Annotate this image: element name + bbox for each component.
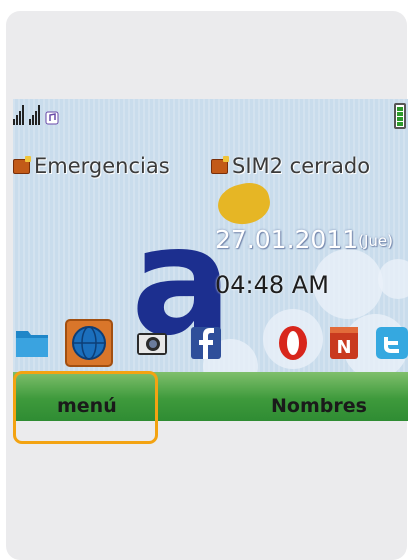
news-icon[interactable]: N bbox=[327, 323, 361, 361]
sim1-status: Emergencias bbox=[13, 154, 170, 178]
music-icon bbox=[45, 111, 59, 125]
app-shortcut-row: N bbox=[13, 319, 408, 369]
date-value: 27.01.2011 bbox=[215, 225, 359, 254]
facebook-icon[interactable] bbox=[189, 323, 223, 361]
date-display: 27.01.2011(Jue) bbox=[215, 225, 393, 254]
signal-sim1-icon bbox=[13, 105, 24, 125]
camera-icon[interactable] bbox=[135, 323, 169, 361]
menu-highlight-box bbox=[13, 371, 158, 444]
time-display: 04:48 AM bbox=[215, 271, 329, 299]
signal-sim2-icon bbox=[29, 105, 40, 125]
browser-globe-icon[interactable] bbox=[65, 319, 113, 367]
sim1-label: Emergencias bbox=[34, 154, 170, 178]
contacts-softkey[interactable]: Nombres bbox=[271, 395, 367, 417]
sim2-label: SIM2 cerrado bbox=[232, 154, 371, 178]
sim2-icon bbox=[211, 155, 229, 174]
battery-icon bbox=[394, 103, 406, 129]
twitter-icon[interactable] bbox=[374, 323, 408, 361]
status-icons bbox=[13, 105, 59, 125]
svg-text:N: N bbox=[336, 337, 351, 358]
weekday-value: (Jue) bbox=[358, 232, 394, 250]
opera-icon[interactable] bbox=[276, 323, 310, 361]
sim1-icon bbox=[13, 155, 31, 174]
folder-icon[interactable] bbox=[14, 323, 48, 361]
sim2-status: SIM2 cerrado bbox=[211, 154, 370, 178]
